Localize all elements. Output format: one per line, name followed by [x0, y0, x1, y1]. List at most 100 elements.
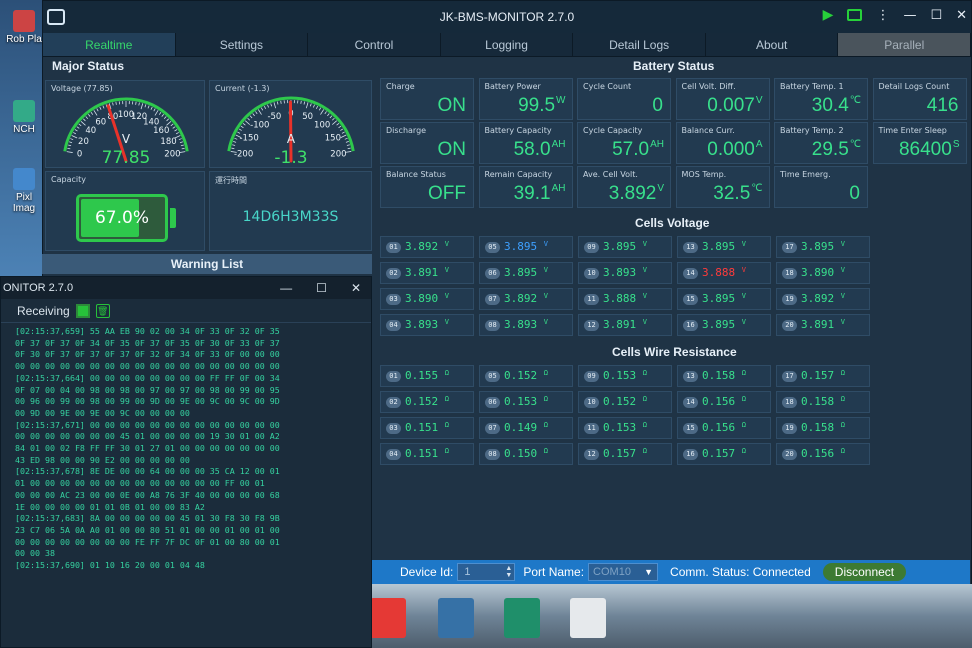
status-card: Remain Capacity 39.1AH: [478, 166, 573, 208]
cell-box: 02 3.891 V: [380, 262, 474, 284]
bms-app-icon[interactable]: [570, 598, 606, 638]
stop-icon[interactable]: [75, 303, 90, 318]
maximize-button[interactable]: ☐: [930, 8, 942, 23]
cell-unit: Ω: [840, 395, 845, 403]
cell-box: 17 3.895 V: [776, 236, 870, 258]
cell-value: 3.892 V: [405, 240, 449, 253]
cell-value: 0.158 Ω: [801, 395, 845, 408]
gauge-tick: [68, 144, 72, 147]
console-minimize-button[interactable]: —: [280, 277, 292, 299]
cell-index-badge: 05: [485, 242, 500, 253]
cell-value: 3.895 V: [603, 240, 647, 253]
cell-box: 05 3.895 V: [479, 236, 573, 258]
gauge-tick: [257, 109, 262, 115]
status-card-unit: W: [556, 95, 566, 106]
cell-unit: Ω: [543, 421, 548, 429]
cell-box: 08 0.150 Ω: [479, 443, 573, 465]
cell-index-badge: 10: [584, 397, 599, 408]
device-id-spinbox[interactable]: 1 ▲ ▼: [457, 563, 516, 581]
status-card-value: 32.5℃: [713, 183, 763, 204]
status-card-value: 29.5℃: [811, 139, 861, 160]
receiving-label: Receiving: [17, 303, 70, 318]
status-card: Time Emerg. 0: [774, 166, 868, 208]
cell-value: 3.895 V: [801, 240, 845, 253]
cell-unit: Ω: [543, 395, 548, 403]
cell-index-badge: 07: [485, 423, 500, 434]
spin-arrows-icon[interactable]: ▲ ▼: [505, 565, 512, 579]
tab-logging[interactable]: Logging: [441, 33, 574, 56]
cell-value: 3.891 V: [603, 318, 647, 331]
gauge-tick: [324, 111, 327, 115]
menu-icon[interactable]: ⋮: [876, 8, 889, 23]
cell-index-badge: 18: [782, 268, 797, 279]
gauge-tick: [115, 101, 117, 105]
gauge-tick: [347, 147, 351, 150]
capacity-value: 67.0%: [94, 208, 149, 228]
gauge-tick-label: 180: [160, 137, 176, 147]
gauge-tick-label: 20: [78, 137, 89, 147]
status-card: Battery Capacity 58.0AH: [478, 122, 573, 164]
tab-settings[interactable]: Settings: [176, 33, 309, 56]
console-title-bar[interactable]: ONITOR 2.7.0 — ☐ ✕: [1, 277, 371, 299]
cell-box: 03 3.890 V: [380, 288, 474, 310]
cell-box: 08 3.893 V: [479, 314, 573, 336]
status-card: MOS Temp. 32.5℃: [675, 166, 770, 208]
cell-index-badge: 17: [782, 371, 797, 382]
console-close-button[interactable]: ✕: [351, 277, 361, 299]
cell-unit: V: [741, 318, 746, 326]
cell-unit: V: [840, 318, 845, 326]
cell-box: 02 0.152 Ω: [380, 391, 474, 413]
desktop-icon-nch[interactable]: NCH: [4, 100, 44, 135]
cell-index-badge: 08: [485, 449, 500, 460]
play-icon[interactable]: ▶: [823, 7, 834, 23]
cell-index-badge: 20: [782, 449, 797, 460]
trash-icon[interactable]: 🗑: [95, 303, 110, 318]
cell-value: 3.893 V: [504, 318, 548, 331]
status-card-label: Cycle Count: [583, 82, 632, 91]
gauge-tick: [88, 114, 91, 117]
warning-list-title: Warning List: [42, 254, 372, 274]
cell-unit: V: [741, 240, 746, 248]
monitor-app-icon[interactable]: [504, 598, 540, 638]
app-icon: [13, 168, 35, 190]
cell-unit: V: [444, 318, 449, 326]
tab-control[interactable]: Control: [308, 33, 441, 56]
gauge-tick: [67, 147, 71, 150]
tab-parallel[interactable]: Parallel: [838, 33, 972, 56]
gauge-tick-label: 100: [314, 121, 330, 131]
cell-value: 0.156 Ω: [702, 395, 746, 408]
python-app-icon[interactable]: [438, 598, 474, 638]
console-icon[interactable]: [847, 9, 863, 21]
cell-box: 04 3.893 V: [380, 314, 474, 336]
cell-index-badge: 04: [386, 449, 401, 460]
console-maximize-button[interactable]: ☐: [316, 277, 327, 299]
status-card-value: 0: [652, 95, 663, 116]
tab-detail-logs[interactable]: Detail Logs: [573, 33, 706, 56]
cell-box: 17 0.157 Ω: [776, 365, 870, 387]
gauge-tick: [93, 110, 98, 116]
gauge-tick: [178, 138, 182, 141]
cell-box: 20 0.156 Ω: [776, 443, 870, 465]
desktop-icon-label: Rob Pla: [6, 34, 42, 45]
cell-box: 09 3.895 V: [578, 236, 672, 258]
tab-about[interactable]: About: [706, 33, 839, 56]
cell-index-badge: 12: [584, 320, 599, 331]
tab-realtime[interactable]: Realtime: [43, 33, 176, 56]
desktop-icon-pixl[interactable]: Pixl Imag: [4, 168, 44, 214]
cell-unit: Ω: [444, 369, 449, 377]
current-gauge-panel: Current (-1.3) -200-150-100-500501001502…: [209, 80, 372, 168]
title-bar[interactable]: JK-BMS-MONITOR 2.7.0 ▶ ⋮ — ☐ ✕: [43, 1, 971, 33]
connection-bar: Device Id: 1 ▲ ▼ Port Name: COM10 ▼ Comm.…: [372, 560, 970, 584]
gauge-value: 77.85: [102, 148, 151, 168]
gauge-tick: [233, 141, 237, 143]
cell-unit: Ω: [741, 369, 746, 377]
port-name-select[interactable]: COM10 ▼: [588, 563, 659, 581]
cell-value: 0.158 Ω: [702, 369, 746, 382]
cell-unit: Ω: [543, 369, 548, 377]
pdf-app-icon[interactable]: [370, 598, 406, 638]
close-button[interactable]: ✕: [956, 8, 967, 23]
desktop-icon-rob[interactable]: Rob Pla: [4, 10, 44, 45]
disconnect-button[interactable]: Disconnect: [822, 563, 907, 581]
status-card-unit: ℃: [849, 139, 861, 150]
minimize-button[interactable]: —: [903, 8, 916, 23]
